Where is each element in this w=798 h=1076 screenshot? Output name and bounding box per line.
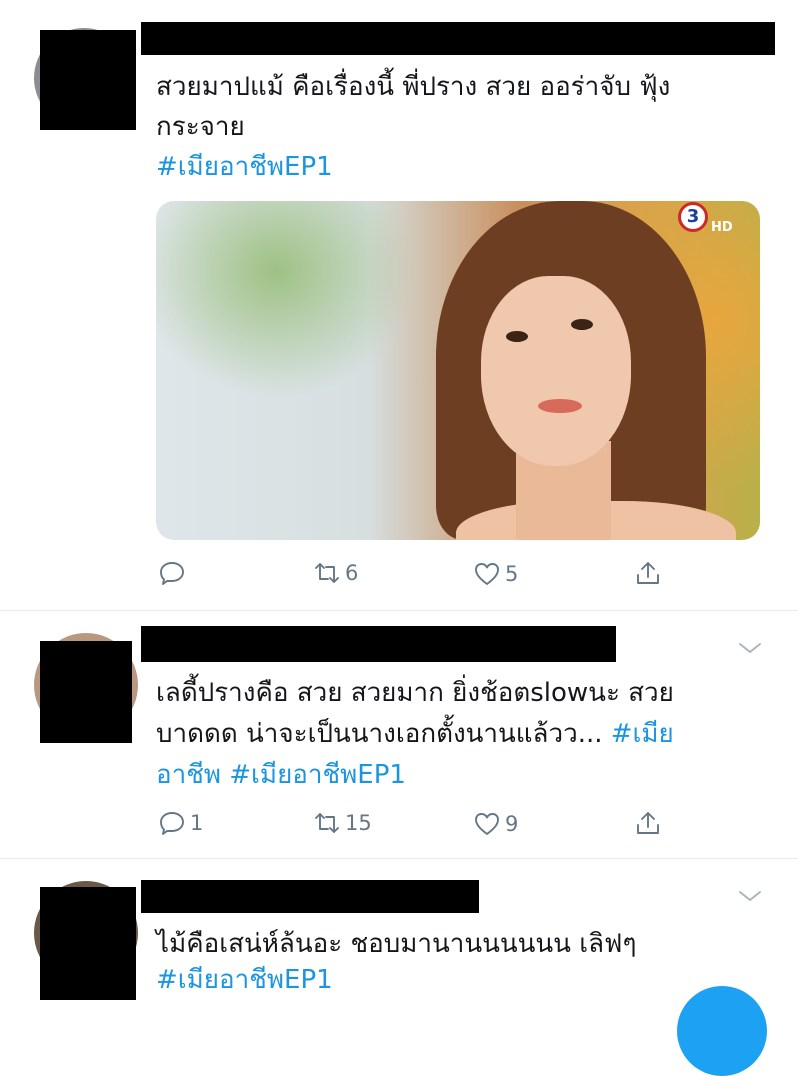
image-lips bbox=[538, 399, 582, 413]
tweet-text-line: ไม้คือเสน่ห์ล้นอะ ชอบมานานนนนนน เลิฟๆ bbox=[156, 929, 637, 959]
share-icon bbox=[637, 812, 659, 834]
tweet-text-line: เลดี้ปรางคือ สวย สวยมาก ยิ่งช้อตslowนะ ส… bbox=[156, 678, 674, 708]
reply-button[interactable] bbox=[158, 559, 190, 587]
tweet-text: บาดดด น่าจะเป็นนางเอกตั้งนานแล้วว... bbox=[156, 719, 611, 749]
tweet-text-line: กระจาย bbox=[156, 112, 245, 142]
retweet-button[interactable]: 15 bbox=[313, 809, 372, 837]
image-face bbox=[481, 276, 631, 466]
hashtag-link[interactable]: #เมีย bbox=[611, 719, 674, 749]
username-redaction bbox=[141, 626, 616, 662]
retweet-count: 6 bbox=[345, 561, 359, 585]
like-count: 5 bbox=[505, 562, 519, 586]
share-button[interactable] bbox=[634, 559, 662, 587]
heart-icon bbox=[475, 813, 499, 835]
share-button[interactable] bbox=[634, 809, 662, 837]
reply-button[interactable]: 1 bbox=[158, 809, 203, 837]
tweet-2[interactable]: เลดี้ปรางคือ สวย สวยมาก ยิ่งช้อตslowนะ ส… bbox=[0, 611, 798, 858]
avatar-redaction bbox=[40, 641, 132, 743]
reply-icon bbox=[160, 812, 184, 835]
image-eye bbox=[506, 331, 528, 342]
hd-badge: HD bbox=[711, 220, 733, 235]
more-menu[interactable] bbox=[736, 887, 764, 909]
like-button[interactable]: 5 bbox=[473, 560, 518, 588]
tweet-image[interactable] bbox=[156, 201, 760, 540]
chevron-down-icon bbox=[739, 891, 761, 901]
reply-icon bbox=[160, 562, 184, 585]
tweet-1[interactable]: สวยมาปแม้ คือเรื่องนี้ พี่ปราง สวย ออร่า… bbox=[0, 0, 798, 610]
hashtag-link[interactable]: อาชีพ #เมียอาชีพEP1 bbox=[156, 756, 406, 794]
username-redaction bbox=[141, 22, 775, 55]
like-count: 9 bbox=[505, 812, 519, 836]
retweet-button[interactable]: 6 bbox=[313, 559, 358, 587]
retweet-icon bbox=[315, 563, 339, 583]
more-menu[interactable] bbox=[736, 639, 764, 661]
heart-icon bbox=[475, 563, 499, 585]
chevron-down-icon bbox=[739, 643, 761, 653]
tweet-text-line: บาดดด น่าจะเป็นนางเอกตั้งนานแล้วว... #เม… bbox=[156, 715, 674, 753]
image-eye bbox=[571, 319, 593, 330]
username-redaction bbox=[141, 880, 479, 913]
retweet-count: 15 bbox=[345, 811, 372, 835]
share-icon bbox=[637, 562, 659, 584]
like-button[interactable]: 9 bbox=[473, 810, 518, 838]
retweet-icon bbox=[315, 813, 339, 833]
channel-3-logo: 3 bbox=[678, 202, 708, 232]
hashtag-link[interactable]: #เมียอาชีพEP1 bbox=[156, 148, 333, 186]
tweet-3[interactable]: ไม้คือเสน่ห์ล้นอะ ชอบมานานนนนนน เลิฟๆ #เ… bbox=[0, 859, 798, 1000]
reply-count: 1 bbox=[190, 811, 204, 835]
hashtag-link[interactable]: #เมียอาชีพEP1 bbox=[156, 961, 333, 999]
avatar-redaction bbox=[40, 887, 136, 1000]
avatar-redaction bbox=[40, 30, 136, 130]
tweet-text-line: สวยมาปแม้ คือเรื่องนี้ พี่ปราง สวย ออร่า… bbox=[156, 72, 671, 102]
